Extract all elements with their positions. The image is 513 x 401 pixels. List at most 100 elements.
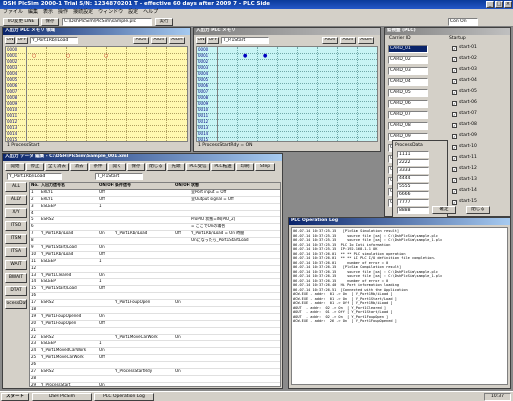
connection-select[interactable]: Con On — [448, 18, 478, 26]
table-row[interactable]: 9 Y_Port1Start/Load On — [30, 245, 280, 252]
startup-checkbox[interactable]: ✓ — [452, 134, 457, 139]
carrier-id-field[interactable]: CARD_08 — [388, 121, 428, 130]
table-row[interactable]: 10 Y_Port1Rb/iLoad Off — [30, 252, 280, 259]
startup-checkbox[interactable]: ✓ — [452, 123, 457, 128]
menu-help[interactable]: ヘルプ — [143, 10, 158, 16]
startup-checkbox[interactable]: ✓ — [452, 200, 457, 205]
clear-button[interactable]: 消去 — [70, 163, 88, 171]
plc-send-button[interactable]: PLC転送 — [211, 163, 235, 171]
menu-settings[interactable]: 設定 — [128, 10, 138, 16]
startup-checkbox[interactable]: ✓ — [452, 189, 457, 194]
io-change-button[interactable]: I/O変更 LINE — [3, 18, 39, 26]
step-button[interactable]: Step — [255, 163, 275, 171]
startup-checkbox[interactable]: ✓ — [452, 57, 457, 62]
aioff-button[interactable]: AIOff — [151, 37, 167, 44]
startup-checkbox[interactable]: ✓ — [452, 101, 457, 106]
table-row[interactable]: 8 Onになったら_Port1StartLoad — [30, 238, 280, 246]
side-processdata-button[interactable]: ProcessData — [5, 299, 27, 309]
table-row[interactable]: 22 ESRS2 Y_Port1MoveCarWork On — [30, 335, 280, 342]
startup-checkbox[interactable]: ✓ — [452, 68, 457, 73]
process-value-field[interactable]: 4444 — [397, 175, 429, 182]
side-itsm-button[interactable]: ITSM — [5, 234, 27, 244]
table-row[interactable]: 1 ERLY1 Off 全Port input = Off — [30, 190, 280, 197]
process-value-field[interactable]: 3333 — [397, 167, 429, 174]
save-button[interactable]: 保存 — [41, 18, 59, 26]
table-row[interactable]: 20 Y_Port1FoupOpen Off — [30, 321, 280, 328]
log-text-area[interactable]: 06-07-14 10:37:25.15 [PlcSim Simulation … — [291, 227, 508, 385]
on-button[interactable]: ON — [196, 37, 206, 44]
process-value-field[interactable]: 6666 — [397, 191, 429, 198]
signal-combo-1[interactable]: Y_Port1Rb/iLoad — [7, 173, 62, 180]
menu-view[interactable]: 表示 — [43, 10, 53, 16]
carrier-id-field[interactable]: CARD_01 — [388, 44, 428, 53]
carrier-id-field[interactable]: CARD_04 — [388, 77, 428, 86]
io-grid-2[interactable]: 0000 0001 0002 0003 0004 0005 0006 0007 … — [196, 46, 378, 142]
save-file-button[interactable]: 保存 — [127, 163, 145, 171]
on-button[interactable]: ON — [5, 37, 15, 44]
menu-connect[interactable]: 接続設定 — [73, 10, 93, 16]
table-row[interactable]: 16 — [30, 293, 280, 301]
execute-button[interactable]: 実行 — [155, 18, 173, 26]
io-grid-1[interactable]: 0000 0001 0002 0003 0004 0005 0006 0007 … — [5, 46, 188, 142]
startup-checkbox[interactable]: ✓ — [452, 145, 457, 150]
startup-checkbox[interactable]: ✓ — [452, 156, 457, 161]
start-menu-button[interactable]: スタート — [1, 393, 29, 401]
side-bwait-button[interactable]: BWAIT — [5, 273, 27, 283]
aioh-button[interactable]: AIOH — [358, 37, 374, 44]
taskbar-item[interactable]: PLC Operation Log — [94, 393, 154, 401]
carrier-id-field[interactable]: CARD_06 — [388, 99, 428, 108]
close-panel-button[interactable]: 閉じる — [466, 206, 490, 214]
process-value-field[interactable]: 5555 — [397, 183, 429, 190]
table-row[interactable]: 26 — [30, 362, 280, 370]
aioh-button[interactable]: AIOH — [169, 37, 185, 44]
table-row[interactable]: 11 ESLEEP 1 — [30, 259, 280, 266]
table-row[interactable]: 17 ESRS2 Y_Port1FoupOpen On — [30, 300, 280, 308]
table-row[interactable]: 12 — [30, 266, 280, 273]
table-row[interactable]: 13 Y_Port1Cleared On — [30, 273, 280, 280]
stop-button[interactable]: 停止 — [26, 163, 44, 171]
startup-checkbox[interactable]: ✓ — [452, 112, 457, 117]
startup-checkbox[interactable]: ✓ — [452, 167, 457, 172]
menu-window[interactable]: ウィンドウ — [98, 10, 123, 16]
aioff-button[interactable]: AIOff — [340, 37, 356, 44]
table-row[interactable]: 23 ESLEEP 1 — [30, 341, 280, 349]
signal-select[interactable]: T_P.1Start — [221, 37, 269, 44]
first-button[interactable]: 先頭 — [167, 163, 185, 171]
table-row[interactable]: 6 = ここでOnの場合 — [30, 224, 280, 232]
carrier-id-field[interactable]: CARD_07 — [388, 110, 428, 119]
menu-edit[interactable]: 編集 — [28, 10, 38, 16]
table-row[interactable]: 15 Y_Port1Start/Load Off — [30, 286, 280, 294]
startup-checkbox[interactable]: ✓ — [452, 90, 457, 95]
process-value-field[interactable]: 1111 — [397, 151, 429, 158]
close-button[interactable]: × — [504, 1, 512, 8]
minimize-button[interactable]: _ — [486, 1, 494, 8]
table-row[interactable]: 4 — [30, 211, 280, 218]
menu-operate[interactable]: 操作 — [58, 10, 68, 16]
side-itso-button[interactable]: ITSO — [5, 221, 27, 231]
aion-button[interactable]: AIOn — [322, 37, 338, 44]
side-ally-button[interactable]: ALLY — [5, 195, 27, 205]
menu-file[interactable]: ファイル — [3, 10, 23, 16]
process-value-field[interactable]: 2222 — [397, 159, 429, 166]
table-row[interactable]: 24 Y_Port1MovedCarWork On — [30, 348, 280, 356]
plc-receive-button[interactable]: PLC受信 — [186, 163, 210, 171]
table-row[interactable]: 5 ESRS2 ProPIO 状態=IN[PIO_2] — [30, 217, 280, 225]
taskbar-item[interactable]: DSH PlcSim — [32, 393, 92, 401]
table-row[interactable]: 19 Y_Port1FoupOpened On — [30, 314, 280, 321]
start-button[interactable]: 開始 — [5, 163, 25, 171]
table-row[interactable]: 27 ESRS2 Y_ProcessStartRdy On — [30, 369, 280, 376]
startup-checkbox[interactable]: ✓ — [452, 46, 457, 51]
table-row[interactable]: 28 — [30, 376, 280, 383]
off-button[interactable]: OFF — [16, 37, 28, 44]
confirm-button[interactable]: 確定 — [432, 206, 456, 214]
file-path-field[interactable]: C:\DshPlcSim\PlcSim\sample.plc — [62, 18, 152, 26]
table-row[interactable]: 2 ERLY1 Off 全Output signal = Off — [30, 197, 280, 204]
side-wait-button[interactable]: WAIT — [5, 260, 27, 270]
table-row[interactable]: 18 — [30, 307, 280, 314]
startup-checkbox[interactable]: ✓ — [452, 178, 457, 183]
print-button[interactable]: 印刷 — [236, 163, 254, 171]
table-row[interactable]: 7 Y_Port1Rb/iLoad On Y_Port1Rb/iLoad Off Y_Po… — [30, 231, 280, 239]
process-value-field[interactable]: 7777 — [397, 199, 429, 206]
signal-combo-2[interactable]: T_P.1Start — [95, 173, 143, 180]
table-row[interactable]: 3 ESLEEP 1 — [30, 204, 280, 211]
